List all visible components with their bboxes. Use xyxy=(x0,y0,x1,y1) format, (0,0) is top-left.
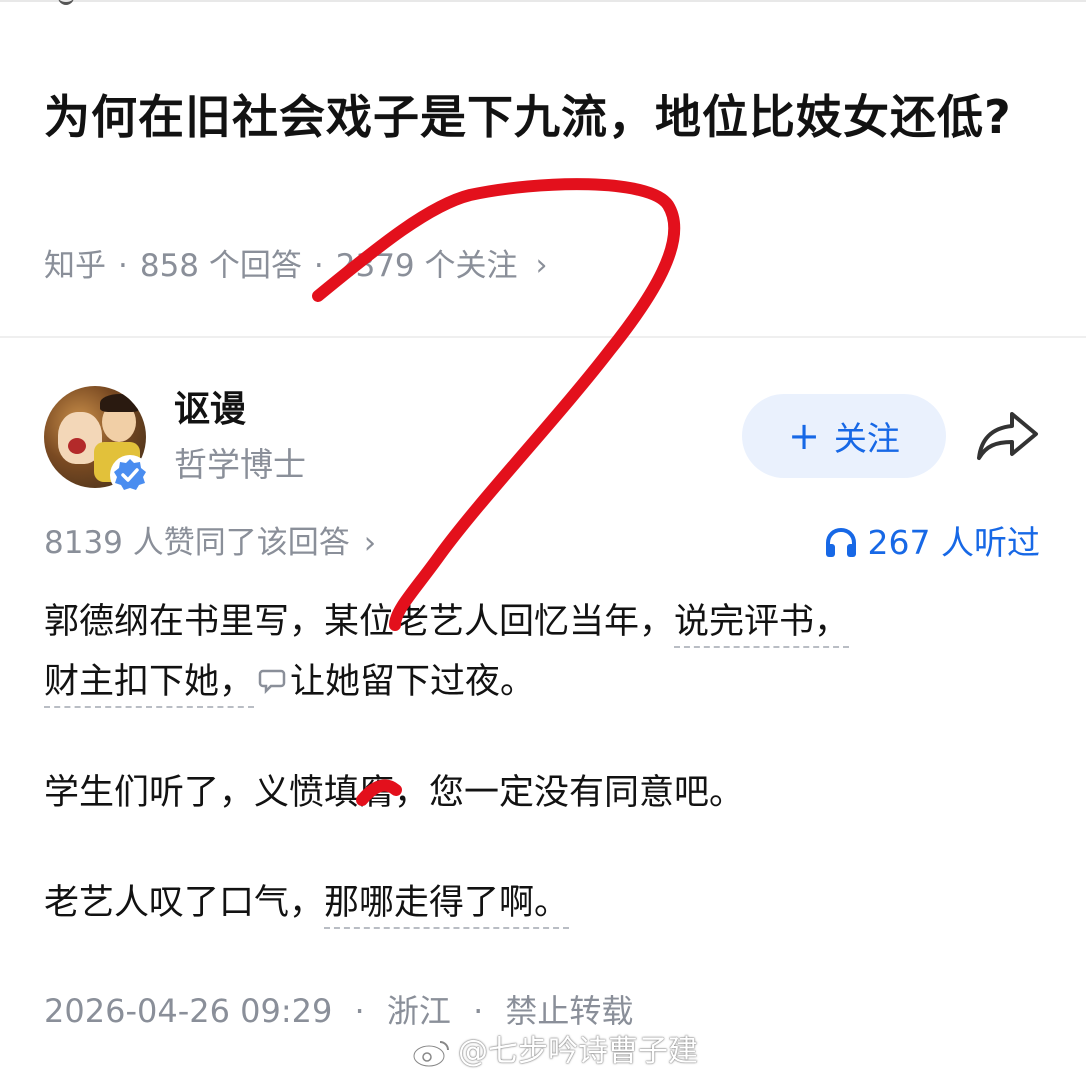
headphones-icon xyxy=(824,527,858,559)
annotated-text[interactable]: 说完评书， xyxy=(674,602,850,648)
chevron-right-icon: › xyxy=(535,248,548,283)
text-span: 老艺人叹了口气， xyxy=(44,883,325,923)
author-title: 哲学博士 xyxy=(174,445,306,484)
meta-dot: · xyxy=(473,992,484,1030)
text-span: 让她留下过夜。 xyxy=(290,662,536,702)
top-border xyxy=(0,0,1086,2)
answer-footer: 2026-04-26 09:29 · 浙江 · 禁止转载 xyxy=(44,986,633,1036)
verified-check-icon xyxy=(110,455,150,495)
divider xyxy=(0,336,1086,338)
follow-button[interactable]: + 关注 xyxy=(742,394,946,478)
paragraph: 学生们听了，义愤填膺，您一定没有同意吧。 xyxy=(44,773,745,813)
follower-count: 2379 个关注 xyxy=(335,248,518,284)
meta-dot: · xyxy=(313,248,324,284)
paragraph: 老艺人叹了口气，那哪走得了啊。 xyxy=(44,873,1044,933)
question-meta[interactable]: 知乎 · 858 个回答 · 2379 个关注 › xyxy=(44,244,548,288)
text-span: 郭德纲在书里写，某位老艺人回忆当年， xyxy=(44,602,675,642)
comment-bubble-icon[interactable] xyxy=(258,653,286,713)
top-edge-mark xyxy=(58,0,74,5)
watermark: @七步吟诗曹子建 xyxy=(412,1030,698,1074)
listen-count: 267 人听过 xyxy=(867,523,1040,562)
post-location: 浙江 xyxy=(386,992,451,1030)
upvote-summary[interactable]: 8139 人赞同了该回答 › xyxy=(44,520,376,566)
chevron-right-icon: › xyxy=(363,525,377,561)
question-title[interactable]: 为何在旧社会戏子是下九流，地位比妓女还低? xyxy=(44,78,1044,156)
watermark-text: @七步吟诗曹子建 xyxy=(458,1034,698,1069)
post-datetime: 2026-04-26 09:29 xyxy=(44,992,333,1030)
plus-icon: + xyxy=(788,414,820,458)
upvote-count: 8139 人赞同了该回答 xyxy=(44,525,350,561)
meta-dot: · xyxy=(118,248,128,284)
author-name[interactable]: 讴谩 xyxy=(174,386,246,434)
answer-page: 为何在旧社会戏子是下九流，地位比妓女还低? 知乎 · 858 个回答 · 237… xyxy=(0,0,1086,1080)
listen-button[interactable]: 267 人听过 xyxy=(824,520,1040,566)
question-source: 知乎 xyxy=(44,248,106,284)
follow-label: 关注 xyxy=(833,419,900,458)
answer-content: 郭德纲在书里写，某位老艺人回忆当年，说完评书， 财主扣下她， 让她留下过夜。 学生们… xyxy=(44,592,1044,933)
license-note: 禁止转载 xyxy=(505,992,634,1030)
meta-dot: · xyxy=(354,992,365,1030)
share-arrow-icon[interactable] xyxy=(974,408,1040,464)
answer-count: 858 个回答 xyxy=(139,248,302,284)
weibo-icon xyxy=(412,1036,452,1068)
annotated-text[interactable]: 财主扣下她， xyxy=(44,662,255,708)
paragraph: 郭德纲在书里写，某位老艺人回忆当年，说完评书， 财主扣下她， 让她留下过夜。 xyxy=(44,592,1044,713)
annotated-text[interactable]: 那哪走得了啊。 xyxy=(324,883,570,929)
